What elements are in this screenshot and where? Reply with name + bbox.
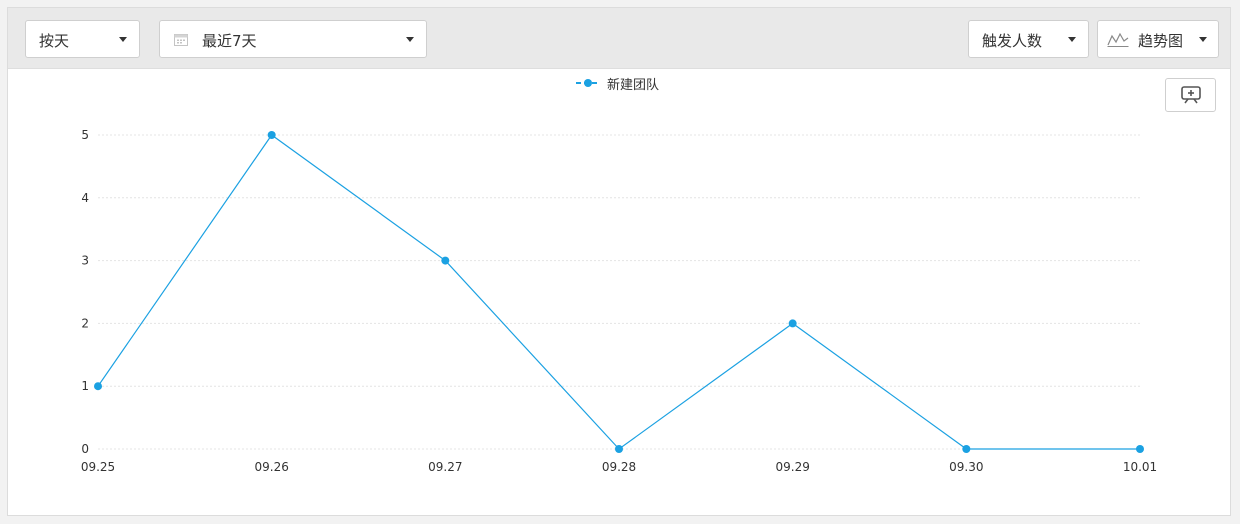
metric-dropdown[interactable]: 触发人数 [968,20,1089,58]
chart-legend[interactable]: 新建团队 [576,73,659,93]
data-point[interactable] [94,382,102,391]
data-point[interactable] [1136,445,1144,453]
chevron-down-icon [1068,37,1076,42]
data-point[interactable] [267,131,276,139]
data-point[interactable] [962,445,971,453]
trend-line-icon [1107,31,1129,51]
chart-type-dropdown[interactable]: 趋势图 [1097,20,1219,58]
data-point[interactable] [615,445,623,453]
chevron-down-icon [119,37,127,42]
legend-series-marker [576,79,600,87]
data-point[interactable] [441,256,450,265]
granularity-label: 按天 [39,32,70,50]
metric-label: 触发人数 [982,32,1043,50]
granularity-dropdown[interactable]: 按天 [25,20,140,58]
chevron-down-icon [1199,37,1207,42]
chevron-down-icon [406,37,414,42]
chart-panel: 按天 最近7天 触发人数 趋势图 新建团队 [7,7,1231,516]
legend-series-label: 新建团队 [607,77,660,93]
data-point[interactable] [788,319,797,328]
zoom-button[interactable] [1165,78,1216,112]
calendar-icon [174,32,188,50]
chart-type-label: 趋势图 [1138,32,1184,50]
date-range-dropdown[interactable]: 最近7天 [159,20,427,58]
toolbar: 按天 最近7天 触发人数 趋势图 [8,8,1230,69]
date-range-label: 最近7天 [202,32,257,50]
zoom-in-icon [1181,86,1201,104]
